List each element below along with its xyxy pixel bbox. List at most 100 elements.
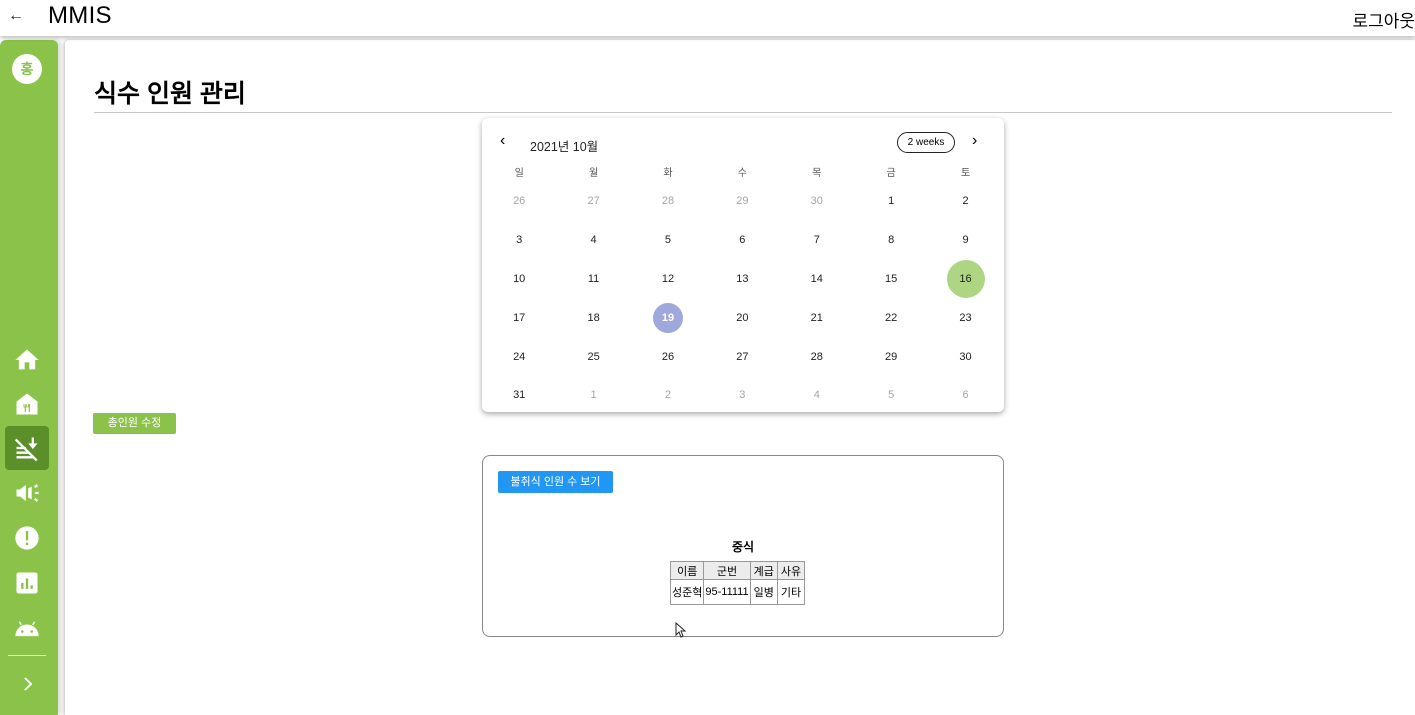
calendar-day-number: 6	[739, 234, 746, 247]
calendar-day[interactable]: 28	[631, 182, 705, 220]
weekday-label: 월	[588, 168, 599, 179]
table-cell: 성준혁	[669, 579, 705, 605]
calendar-day[interactable]: 4	[780, 376, 854, 414]
calendar-day[interactable]: 29	[854, 338, 928, 376]
calendar-day[interactable]: 13	[705, 260, 779, 298]
calendar-day-number: 26	[661, 350, 675, 363]
calendar-day-number: 18	[587, 311, 600, 324]
calendar-day[interactable]: 11	[556, 260, 630, 298]
calendar-day-today[interactable]: 16	[928, 259, 1002, 298]
calendar-format-button[interactable]: 2 weeks	[897, 132, 955, 153]
calendar-day[interactable]: 10	[482, 260, 556, 298]
calendar-day[interactable]: 21	[780, 299, 854, 337]
calendar-day[interactable]: 30	[928, 338, 1002, 376]
alert-icon[interactable]	[5, 516, 49, 560]
calendar-day[interactable]: 26	[482, 182, 556, 220]
calendar-day[interactable]: 26	[631, 338, 705, 376]
calendar-day-number: 30	[959, 350, 972, 363]
no-meals-icon[interactable]	[5, 426, 49, 470]
bar-chart-icon[interactable]	[5, 561, 49, 605]
absent-table: 이름 군번 계급 사유 성준혁 95-11111 일병 기타	[669, 561, 806, 605]
chevron-right-icon[interactable]	[5, 662, 49, 706]
chevron-left-icon[interactable]: ‹	[500, 132, 505, 150]
calendar-day[interactable]: 5	[854, 376, 928, 414]
calendar-grid: 일월화수목금토 26 27 28 29 30 1 2 3 4 5 6 7 8 9 10 11 12 13 14 15 1…	[482, 164, 1004, 415]
calendar-day-number: 15	[885, 272, 898, 285]
megaphone-icon[interactable]	[5, 471, 49, 515]
calendar-day[interactable]: 9	[928, 221, 1002, 259]
calendar-day-number: 4	[590, 234, 597, 247]
calendar-day[interactable]: 28	[780, 338, 854, 376]
calendar-day[interactable]: 25	[556, 338, 630, 376]
calendar-day[interactable]: 27	[556, 182, 630, 220]
calendar-day[interactable]: 1	[854, 182, 928, 220]
weekday-label: 화	[663, 168, 673, 179]
calendar-day[interactable]: 1	[556, 376, 630, 414]
calendar-day-number: 5	[664, 234, 672, 247]
calendar-day[interactable]: 18	[556, 299, 630, 337]
calendar-day[interactable]: 8	[854, 221, 928, 259]
calendar-day-number: 28	[810, 350, 823, 363]
view-absent-button[interactable]: 불취식 인원 수 보기	[498, 471, 613, 493]
calendar-day[interactable]: 5	[631, 221, 705, 259]
calendar-day-number: 29	[736, 195, 749, 208]
home-icon[interactable]	[5, 338, 49, 382]
calendar-day[interactable]: 27	[705, 338, 779, 376]
weekday-label: 목	[812, 168, 822, 179]
table-header-cell: 사유	[776, 561, 806, 580]
meal-title: 중식	[731, 540, 755, 554]
calendar-day-number: 3	[739, 389, 746, 402]
table-cell: 기타	[776, 579, 806, 605]
calendar-day[interactable]: 22	[854, 299, 928, 337]
calendar-day-selected[interactable]: 19	[631, 299, 705, 337]
calendar-day[interactable]: 30	[780, 182, 854, 220]
calendar-day[interactable]: 23	[928, 299, 1002, 337]
calendar-day[interactable]: 4	[556, 221, 630, 259]
calendar-day-number: 14	[810, 272, 823, 285]
calendar-day[interactable]: 3	[482, 221, 556, 259]
restaurant-icon[interactable]	[5, 382, 49, 426]
avatar[interactable]: 홍	[12, 54, 42, 84]
calendar-day[interactable]: 6	[705, 221, 779, 259]
logout-button[interactable]: 로그아웃	[1352, 7, 1415, 32]
calendar-day[interactable]: 29	[705, 182, 779, 220]
calendar-day[interactable]: 31	[482, 376, 556, 414]
calendar-day-number: 16	[946, 259, 985, 298]
calendar-day-number: 8	[888, 234, 895, 247]
calendar-day-number: 23	[959, 311, 972, 324]
weekday-label: 수	[737, 168, 747, 179]
calendar-day[interactable]: 2	[631, 376, 705, 414]
calendar-day[interactable]: 3	[705, 376, 779, 414]
calendar-day[interactable]: 24	[482, 338, 556, 376]
absent-card: 불취식 인원 수 보기 중식 이름 군번 계급 사유 성준혁 95-11111 일병 기타	[482, 455, 1004, 637]
edit-total-button[interactable]: 총인원 수정	[93, 413, 176, 434]
calendar-day[interactable]: 14	[780, 260, 854, 298]
calendar-day[interactable]: 6	[928, 376, 1002, 414]
calendar-day-number: 1	[590, 389, 597, 402]
calendar-day[interactable]: 17	[482, 299, 556, 337]
calendar-day-number: 13	[736, 272, 749, 285]
calendar-day-number: 30	[810, 195, 823, 208]
calendar-week-row: 17 18 19 20 21 22 23	[482, 298, 1004, 337]
calendar-day-number: 9	[962, 234, 969, 247]
table-header-cell: 군번	[703, 561, 751, 580]
calendar-day-number: 19	[652, 302, 683, 333]
calendar-day-number: 2	[962, 195, 969, 208]
calendar-day[interactable]: 2	[928, 182, 1002, 220]
calendar-day-number: 6	[962, 389, 969, 402]
calendar-day-number: 24	[513, 350, 526, 363]
calendar-day[interactable]: 7	[780, 221, 854, 259]
calendar-day-number: 3	[516, 234, 523, 247]
calendar-day[interactable]: 15	[854, 260, 928, 298]
calendar-weekday-row: 일월화수목금토	[482, 164, 1004, 182]
calendar-day[interactable]: 12	[631, 260, 705, 298]
calendar-day-number: 20	[736, 311, 749, 324]
page-title: 식수 인원 관리	[94, 80, 246, 108]
app-bar: ← MMIS 로그아웃	[0, 0, 1415, 36]
android-icon[interactable]	[5, 606, 49, 650]
arrow-left-icon[interactable]: ←	[8, 7, 26, 25]
calendar-day[interactable]: 20	[705, 299, 779, 337]
calendar-day-number: 10	[513, 272, 526, 285]
chevron-right-icon[interactable]: ›	[972, 132, 977, 150]
calendar-week-row: 10 11 12 13 14 15 16	[482, 259, 1004, 299]
